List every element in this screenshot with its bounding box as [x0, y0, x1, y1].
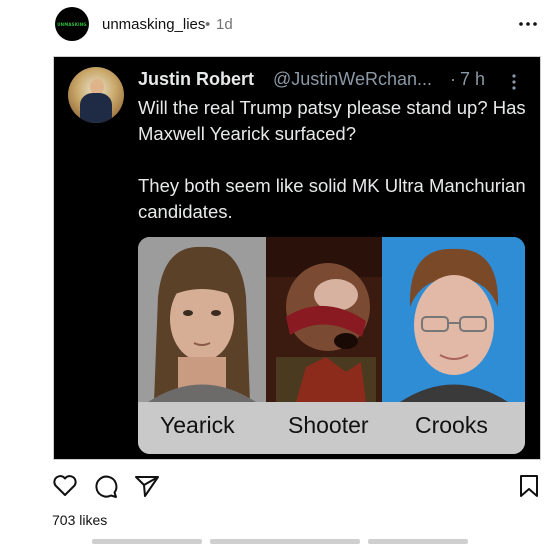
- tweet-text: Will the real Trump patsy please stand u…: [138, 95, 528, 225]
- heart-icon[interactable]: [52, 474, 78, 498]
- post-header: UNMASKING unmasking_lies • 1d: [0, 0, 556, 50]
- caption-shooter: Shooter: [288, 412, 369, 438]
- tweet-handle: @JustinWeRchan...: [273, 69, 433, 89]
- tweet-separator: ·: [450, 69, 456, 89]
- more-horizontal-icon[interactable]: [518, 18, 538, 30]
- comment-icon[interactable]: [93, 474, 119, 500]
- tweet-media: Yearick Shooter Crooks: [138, 237, 525, 454]
- photo-crooks: [382, 237, 525, 402]
- likes-count[interactable]: 703 likes: [52, 512, 107, 528]
- post-caption-partial: [52, 536, 472, 552]
- username-link[interactable]: unmasking_lies: [102, 16, 205, 33]
- avatar-logo-text: UNMASKING: [57, 21, 87, 27]
- tweet-time: 7 h: [460, 69, 486, 89]
- send-icon[interactable]: [134, 474, 160, 498]
- tweet-text-line-2: They both seem like solid MK Ultra Manch…: [138, 175, 526, 222]
- caption-crooks: Crooks: [415, 412, 488, 438]
- header-separator: •: [205, 16, 211, 33]
- tweet-display-name: Justin Robert: [138, 69, 255, 89]
- post-image[interactable]: Justin Robert @JustinWeRchan... · 7 h Wi…: [53, 56, 541, 460]
- caption-yearick: Yearick: [160, 412, 235, 438]
- bookmark-icon[interactable]: [518, 474, 540, 498]
- action-bar: [0, 468, 556, 504]
- photo-yearick: [138, 237, 266, 402]
- tweet-text-line-1: Will the real Trump patsy please stand u…: [138, 97, 526, 144]
- profile-avatar[interactable]: UNMASKING: [55, 7, 89, 41]
- photo-shooter: [266, 237, 382, 402]
- post-time: 1d: [216, 16, 233, 33]
- media-caption-bar: Yearick Shooter Crooks: [138, 402, 525, 454]
- more-vertical-icon: [512, 74, 516, 90]
- tweet-avatar: [68, 67, 124, 123]
